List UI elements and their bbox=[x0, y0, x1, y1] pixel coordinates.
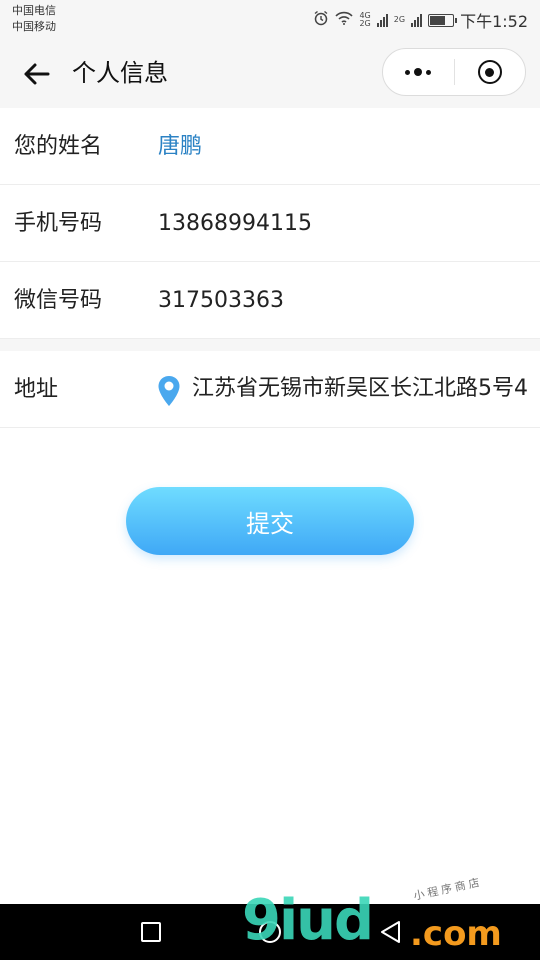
carrier-2: 中国移动 bbox=[12, 20, 56, 33]
name-label: 您的姓名 bbox=[14, 134, 103, 159]
section-divider bbox=[0, 339, 540, 351]
wechat-value[interactable]: 317503363 bbox=[158, 286, 284, 316]
back-button[interactable] bbox=[18, 56, 54, 92]
battery-icon bbox=[428, 13, 458, 27]
status-time: 下午1:52 bbox=[460, 12, 528, 31]
system-nav-bar bbox=[0, 904, 540, 960]
more-button[interactable] bbox=[383, 49, 454, 95]
watermark-small-text: 小程序商店 bbox=[412, 875, 484, 903]
network-type-a: 4G 2G bbox=[359, 11, 371, 28]
more-dots-icon bbox=[405, 68, 432, 76]
submit-button[interactable]: 提交 bbox=[126, 487, 414, 555]
square-icon bbox=[141, 922, 161, 942]
wechat-label: 微信号码 bbox=[14, 288, 103, 313]
target-icon bbox=[477, 60, 502, 84]
battery-level bbox=[430, 15, 446, 25]
phone-label: 手机号码 bbox=[14, 211, 103, 236]
system-back-button[interactable] bbox=[376, 918, 404, 946]
recent-apps-button[interactable] bbox=[137, 918, 165, 946]
alarm-icon bbox=[313, 10, 329, 30]
page-title: 个人信息 bbox=[72, 59, 168, 87]
wifi-icon bbox=[335, 11, 354, 29]
location-pin-icon[interactable] bbox=[157, 375, 181, 407]
status-bar: 中国电信 中国移动 4G 2G 2G 下午1:52 bbox=[0, 0, 540, 38]
name-row[interactable]: 您的姓名 唐鹏 bbox=[0, 108, 540, 185]
close-mini-program-button[interactable] bbox=[455, 49, 526, 95]
address-value[interactable]: 江苏省无锡市新吴区长江北路5号4 bbox=[192, 374, 528, 404]
name-value[interactable]: 唐鹏 bbox=[158, 132, 202, 162]
carrier-info: 中国电信 中国移动 bbox=[12, 3, 56, 35]
phone-row[interactable]: 手机号码 13868994115 bbox=[0, 185, 540, 262]
triangle-back-icon bbox=[381, 921, 400, 943]
circle-icon bbox=[259, 921, 281, 943]
network-type-b: 2G bbox=[393, 15, 406, 24]
carrier-1: 中国电信 bbox=[12, 4, 56, 17]
nav-bar: 个人信息 bbox=[0, 38, 540, 108]
status-icons: 4G 2G 2G 下午1:52 bbox=[313, 8, 528, 32]
arrow-left-icon bbox=[24, 63, 50, 85]
wechat-row[interactable]: 微信号码 317503363 bbox=[0, 262, 540, 339]
signal-icon-1 bbox=[376, 13, 388, 27]
signal-icon-2 bbox=[411, 13, 423, 27]
mini-program-capsule bbox=[382, 48, 526, 96]
address-label: 地址 bbox=[14, 377, 59, 402]
home-button[interactable] bbox=[256, 918, 284, 946]
phone-value[interactable]: 13868994115 bbox=[158, 209, 312, 239]
